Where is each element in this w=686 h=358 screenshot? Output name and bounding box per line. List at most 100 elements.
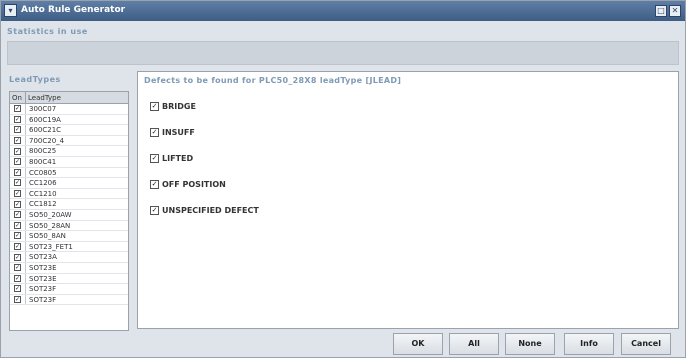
row-checkbox[interactable]: ✓ <box>14 168 21 176</box>
row-checkbox[interactable]: ✓ <box>14 221 21 229</box>
table-row[interactable]: ✓ SOT23E <box>10 273 128 285</box>
defect-label: BRIDGE <box>162 102 196 111</box>
row-leadtype-name: SOT23E <box>29 274 57 283</box>
row-leadtype-name: SOT23F <box>29 295 57 304</box>
row-leadtype-name: 300C07 <box>29 105 57 113</box>
row-leadtype-name: SO50_28AN <box>29 221 71 230</box>
table-row[interactable]: ✓ CC0805 <box>10 167 128 179</box>
table-row[interactable]: ✓ 700C20_4 <box>10 135 128 147</box>
defects-header: Defects to be found for PLC50_28X8 leadT… <box>144 76 402 85</box>
row-on-cell: ✓ <box>10 114 26 125</box>
close-icon[interactable]: ✕ <box>669 5 681 17</box>
window-menu-icon[interactable]: ▾ <box>4 4 17 17</box>
row-on-cell: ✓ <box>10 262 26 273</box>
row-leadtype-name: CC1210 <box>29 189 57 198</box>
table-row[interactable]: ✓ 300C07 <box>10 104 128 115</box>
row-on-cell: ✓ <box>10 146 26 156</box>
row-on-cell: ✓ <box>10 284 26 294</box>
all-button[interactable]: All <box>449 333 499 355</box>
table-row[interactable]: ✓ SOT23F <box>10 294 128 306</box>
none-button[interactable]: None <box>505 333 555 355</box>
row-on-cell: ✓ <box>10 220 26 231</box>
row-checkbox[interactable]: ✓ <box>14 211 21 219</box>
row-leadtype-name: 800C41 <box>29 157 57 166</box>
row-leadtype-name: SOT23F <box>29 285 57 294</box>
table-row[interactable]: ✓ 800C41 <box>10 156 128 168</box>
defect-option[interactable]: ✓ UNSPECIFIED DEFECT <box>150 206 259 215</box>
info-button[interactable]: Info <box>564 333 614 355</box>
leadtypes-table-header: On LeadType <box>10 92 128 104</box>
defect-option[interactable]: ✓ BRIDGE <box>150 102 196 111</box>
row-checkbox[interactable]: ✓ <box>14 158 21 166</box>
row-leadtype-name: 600C21C <box>29 126 62 135</box>
table-row[interactable]: ✓ SOT23E <box>10 262 128 274</box>
row-checkbox[interactable]: ✓ <box>14 253 21 261</box>
row-checkbox[interactable]: ✓ <box>14 232 21 240</box>
ok-button[interactable]: OK <box>393 333 443 355</box>
row-checkbox[interactable]: ✓ <box>14 285 21 293</box>
row-on-cell: ✓ <box>10 252 26 262</box>
defects-panel: Defects to be found for PLC50_28X8 leadT… <box>137 71 679 329</box>
table-row[interactable]: ✓ 600C19A <box>10 114 128 126</box>
row-leadtype-name: SOT23A <box>29 253 57 262</box>
table-row[interactable]: ✓ SOT23_FET1 <box>10 241 128 253</box>
defect-checkbox[interactable]: ✓ <box>150 206 159 215</box>
row-checkbox[interactable]: ✓ <box>14 147 21 155</box>
table-row[interactable]: ✓ CC1812 <box>10 199 128 210</box>
defect-checkbox[interactable]: ✓ <box>150 128 159 137</box>
maximize-icon[interactable]: □ <box>655 5 667 17</box>
row-checkbox[interactable]: ✓ <box>14 105 21 113</box>
defect-label: INSUFF <box>162 128 195 137</box>
defect-option[interactable]: ✓ OFF POSITION <box>150 180 226 189</box>
row-checkbox[interactable]: ✓ <box>14 126 21 134</box>
row-checkbox[interactable]: ✓ <box>14 190 21 198</box>
column-header-on[interactable]: On <box>10 92 26 103</box>
cancel-button[interactable]: Cancel <box>621 333 671 355</box>
defect-option[interactable]: ✓ INSUFF <box>150 128 195 137</box>
row-on-cell: ✓ <box>10 231 26 241</box>
row-leadtype-name: CC1812 <box>29 200 57 209</box>
row-checkbox[interactable]: ✓ <box>14 264 21 272</box>
row-leadtype-name: SOT23_FET1 <box>29 242 73 251</box>
table-row[interactable]: ✓ SOT23F <box>10 284 128 295</box>
defect-checkbox[interactable]: ✓ <box>150 102 159 111</box>
defect-checkbox[interactable]: ✓ <box>150 154 159 163</box>
row-checkbox[interactable]: ✓ <box>14 200 21 208</box>
table-row[interactable]: ✓ 600C21C <box>10 125 128 136</box>
table-row[interactable]: ✓ 800C25 <box>10 146 128 157</box>
statistics-bar <box>7 41 679 65</box>
defect-option[interactable]: ✓ LIFTED <box>150 154 193 163</box>
column-header-leadtype[interactable]: LeadType <box>26 92 128 103</box>
row-on-cell: ✓ <box>10 199 26 209</box>
row-checkbox[interactable]: ✓ <box>14 179 21 187</box>
row-on-cell: ✓ <box>10 135 26 146</box>
table-row[interactable]: ✓ CC1206 <box>10 178 128 189</box>
leadtypes-label: LeadTypes <box>9 75 61 84</box>
row-leadtype-name: 600C19A <box>29 115 61 124</box>
table-row[interactable]: ✓ SO50_28AN <box>10 220 128 232</box>
row-on-cell: ✓ <box>10 156 26 167</box>
row-checkbox[interactable]: ✓ <box>14 243 21 251</box>
row-checkbox[interactable]: ✓ <box>14 115 21 123</box>
row-on-cell: ✓ <box>10 273 26 284</box>
defect-checkbox[interactable]: ✓ <box>150 180 159 189</box>
row-leadtype-name: 800C25 <box>29 147 57 156</box>
row-checkbox[interactable]: ✓ <box>14 295 21 303</box>
table-row[interactable]: ✓ SO50_8AN <box>10 231 128 242</box>
row-on-cell: ✓ <box>10 167 26 178</box>
leadtypes-rows: ✓ 300C07 ✓ 600C19A ✓ 600C21C ✓ 700C20_4 ✓ 800C25 ✓… <box>10 104 128 306</box>
table-row[interactable]: ✓ SOT23A <box>10 252 128 263</box>
table-row[interactable]: ✓ CC1210 <box>10 188 128 200</box>
row-on-cell: ✓ <box>10 241 26 252</box>
row-checkbox[interactable]: ✓ <box>14 274 21 282</box>
auto-rule-generator-window: ▾ Auto Rule Generator □ ✕ Statistics in … <box>0 0 686 358</box>
row-on-cell: ✓ <box>10 125 26 135</box>
window-title: Auto Rule Generator <box>21 5 126 15</box>
row-leadtype-name: CC0805 <box>29 168 57 177</box>
leadtypes-table: On LeadType ✓ 300C07 ✓ 600C19A ✓ 600C21C ✓ 700C… <box>9 91 129 331</box>
row-on-cell: ✓ <box>10 178 26 188</box>
row-checkbox[interactable]: ✓ <box>14 137 21 145</box>
defect-label: OFF POSITION <box>162 180 226 189</box>
table-row[interactable]: ✓ SO50_20AW <box>10 209 128 221</box>
row-leadtype-name: SO50_8AN <box>29 232 66 241</box>
